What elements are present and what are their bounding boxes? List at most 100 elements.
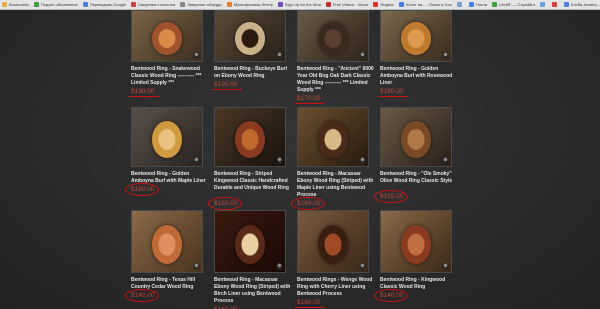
product-page: ⊕ Bentwood Ring - Snakewood Classic Wood … — [0, 10, 600, 309]
product-title[interactable]: Bentwood Rings - Wenge Wood Ring with Ch… — [297, 277, 377, 298]
magnify-icon[interactable]: ⊕ — [276, 157, 283, 164]
product-card[interactable]: ⊕ Bentwood Ring - Snakewood Classic Wood … — [127, 10, 205, 105]
bookmark-label: Мультфильмы Интер — [233, 2, 273, 7]
bookmark-label: Sign Up for the Woo — [284, 2, 321, 7]
bookmark-favicon-icon — [398, 2, 404, 7]
product-card[interactable]: ⊕ Bentwood Ring - Kingwood Classic Wood R… — [374, 208, 454, 303]
product-image[interactable]: ⊕ — [131, 210, 203, 273]
bookmark-favicon-icon — [564, 2, 570, 7]
magnify-icon[interactable]: ⊕ — [276, 263, 283, 270]
wood-ring-icon — [318, 224, 348, 264]
product-card[interactable]: ⊕ Bentwood Ring - Golden Amboyna Burl wit… — [376, 10, 454, 105]
product-image[interactable]: ⊕ — [297, 210, 369, 273]
price-annotation-underline — [295, 307, 325, 309]
bookmark-label: Переводчик Google — [89, 2, 127, 7]
bookmark-favicon-icon — [492, 2, 498, 7]
bookmark-label: Хочет на... - Поиск в Goo — [405, 2, 453, 7]
bookmark-favicon-icon — [131, 2, 137, 7]
price-annotation-circle — [125, 183, 159, 196]
wood-ring-icon — [152, 224, 182, 264]
bookmark-item[interactable]: Мультфильмы Интер — [225, 0, 276, 9]
magnify-icon[interactable]: ⊕ — [359, 157, 366, 164]
magnify-icon[interactable]: ⊕ — [359, 263, 366, 270]
product-image[interactable]: ⊕ — [380, 107, 452, 167]
product-card[interactable]: ⊕ Bentwood Ring - Texas Hill Country Ceda… — [125, 208, 205, 303]
product-image[interactable]: ⊕ — [214, 107, 286, 167]
wood-ring-icon — [152, 22, 182, 55]
bookmark-favicon-icon — [277, 2, 283, 7]
bookmark-label: Подать объявление — [41, 2, 78, 7]
magnify-icon[interactable]: ⊕ — [193, 157, 200, 164]
product-image[interactable]: ⊕ — [380, 210, 452, 273]
product-card[interactable]: ⊕ Bentwood Ring - Golden Amboyna Burl wit… — [125, 105, 206, 200]
bookmark-item[interactable]: Sign Up for the Woo — [276, 0, 324, 9]
product-image[interactable]: ⊕ — [380, 10, 452, 62]
product-title[interactable]: Bentwood Ring - "Ole Smoky" Olive Wood R… — [380, 171, 460, 185]
bookmark-item[interactable]: Яндекс — [371, 0, 396, 9]
product-card[interactable]: ⊕ Bentwood Ring - "Ancient" 6000 Year Old… — [293, 10, 374, 105]
product-card[interactable]: ⊕ Bentwood Ring - "Ole Smoky" Olive Wood … — [374, 105, 454, 203]
bookmark-item[interactable]: Почта — [467, 0, 490, 9]
bookmark-item[interactable]: Хочет на... - Поиск в Goo — [397, 0, 455, 9]
product-image[interactable]: ⊕ — [297, 107, 369, 167]
wood-ring-icon — [318, 22, 348, 55]
bookmark-favicon-icon — [457, 2, 463, 7]
product-price: $170.00 — [297, 95, 321, 102]
bookmark-favicon-icon — [373, 2, 379, 7]
bookmark-item[interactable]: Переводчик Google — [81, 0, 129, 9]
bookmark-item[interactable] — [550, 0, 562, 9]
bookmark-item[interactable] — [538, 0, 550, 9]
bookmark-label: LiteMF — Служба п — [499, 2, 536, 7]
bookmark-favicon-icon — [325, 2, 331, 7]
product-title[interactable]: Bentwood Ring - "Ancient" 6000 Year Old … — [297, 66, 377, 94]
wood-ring-icon — [401, 121, 431, 159]
product-card[interactable]: ⊕ Bentwood Rings - Wenge Wood Ring with C… — [293, 208, 372, 309]
product-title[interactable]: Bentwood Ring - Golden Amboyna Burl with… — [380, 66, 460, 87]
bookmark-favicon-icon — [34, 2, 40, 7]
magnify-icon[interactable]: ⊕ — [359, 52, 366, 59]
bookmark-item[interactable]: Подать объявление — [32, 0, 81, 9]
price-annotation-circle — [374, 190, 408, 203]
product-title[interactable]: Bentwood Ring - Snakewood Classic Wood R… — [131, 66, 211, 87]
bookmark-item[interactable] — [455, 0, 467, 9]
magnify-icon[interactable]: ⊕ — [193, 263, 200, 270]
magnify-icon[interactable]: ⊕ — [442, 157, 449, 164]
product-card[interactable]: ⊕ Bentwood Ring - Macassar Ebony Wood Rin… — [291, 105, 373, 210]
magnify-icon[interactable]: ⊕ — [193, 52, 200, 59]
bookmark-favicon-icon — [552, 2, 558, 7]
product-title[interactable]: Bentwood Ring - Macassar Ebony Wood Ring… — [214, 277, 294, 305]
product-image[interactable]: ⊕ — [214, 210, 286, 273]
magnify-icon[interactable]: ⊕ — [276, 52, 283, 59]
bookmark-item[interactable]: Bookmarks — [0, 0, 32, 9]
product-image[interactable]: ⊕ — [214, 10, 286, 62]
bookmark-item[interactable]: Котба Jewelry—Goo — [562, 0, 600, 9]
magnify-icon[interactable]: ⊕ — [442, 263, 449, 270]
price-annotation-circle — [125, 289, 159, 302]
product-title[interactable]: Bentwood Ring - Macassar Ebony Wood Ring… — [297, 171, 377, 199]
bookmark-label: Free Videos - Wood — [332, 2, 369, 7]
product-card[interactable]: ⊕ Bentwood Ring - Macassar Ebony Wood Rin… — [210, 208, 290, 309]
product-card[interactable]: ⊕ Bentwood Ring - Striped Kingwood Classi… — [208, 105, 289, 210]
product-title[interactable]: Bentwood Ring - Buckeye Burl on Ebony Wo… — [214, 66, 294, 80]
product-price: $195.00 — [214, 81, 238, 88]
product-image[interactable]: ⊕ — [131, 10, 203, 62]
price-annotation-underline — [378, 96, 408, 98]
bookmark-item[interactable]: Free Videos - Wood — [324, 0, 371, 9]
bookmark-item[interactable]: Сведения статистик — [129, 0, 178, 9]
price-annotation-underline — [212, 89, 242, 91]
bookmark-favicon-icon — [2, 2, 7, 7]
bookmark-label: Сведения статистик — [138, 2, 176, 7]
product-image[interactable]: ⊕ — [297, 10, 369, 62]
product-card[interactable]: ⊕ Bentwood Ring - Buckeye Burl on Ebony W… — [210, 10, 288, 105]
bookmark-label: Яндекс — [380, 2, 394, 7]
product-title[interactable]: Bentwood Ring - Striped Kingwood Classic… — [214, 171, 294, 192]
wood-ring-icon — [235, 121, 265, 159]
wood-ring-icon — [401, 22, 431, 55]
magnify-icon[interactable]: ⊕ — [442, 52, 449, 59]
bookmark-favicon-icon — [82, 2, 88, 7]
bookmark-item[interactable]: LiteMF — Служба п — [490, 0, 538, 9]
price-annotation-underline — [295, 103, 325, 105]
product-image[interactable]: ⊕ — [131, 107, 203, 167]
bookmark-favicon-icon — [540, 2, 546, 7]
bookmark-item[interactable]: Ливерное оборудо — [178, 0, 225, 9]
